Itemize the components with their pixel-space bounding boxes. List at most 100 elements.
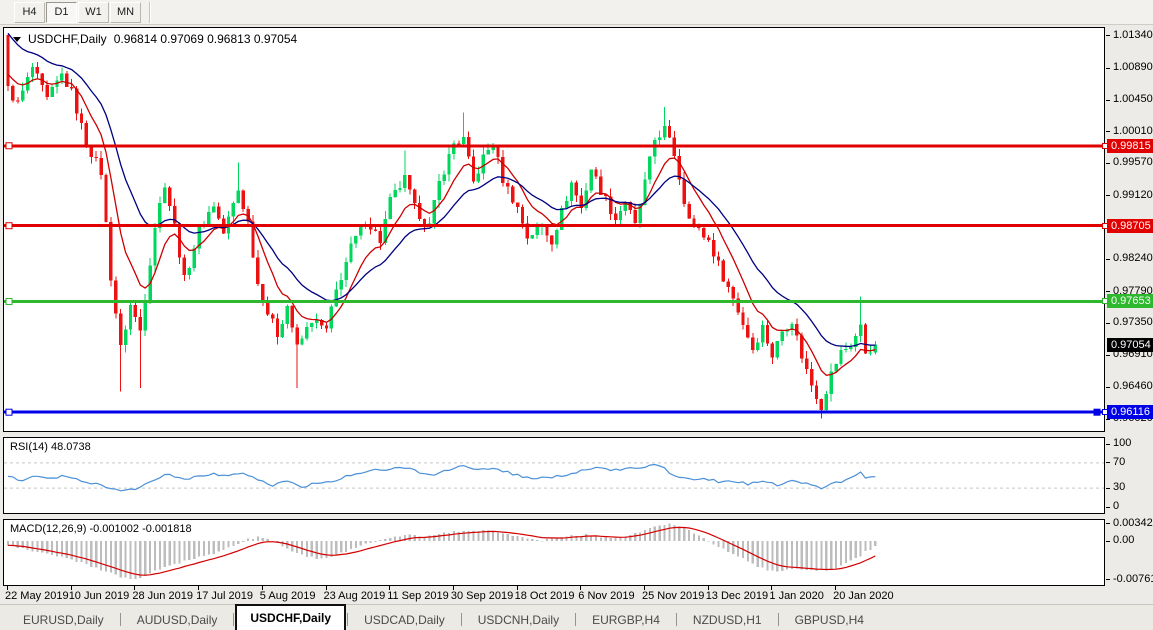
price-axis-tick [1106, 291, 1110, 292]
level-price-tag: 0.97653 [1107, 294, 1153, 308]
horizontal-level-0.99815[interactable] [4, 143, 1104, 149]
macd-axis-tick [1106, 579, 1110, 580]
level-axis-handle[interactable] [1102, 143, 1108, 149]
timeframe-button-h4[interactable]: H4 [14, 2, 45, 23]
price-axis-label: 1.00890 [1113, 61, 1153, 73]
price-axis-tick [1106, 387, 1110, 388]
time-axis[interactable]: 22 May 201910 Jun 201928 Jun 201917 Jul … [3, 587, 1105, 603]
chart-tab-usdchf-daily[interactable]: USDCHF,Daily [235, 604, 346, 630]
level-axis-handle[interactable] [1102, 223, 1108, 229]
price-chart-panel[interactable]: USDCHF,Daily 0.96814 0.97069 0.96813 0.9… [3, 27, 1105, 432]
toolbar-separator [149, 2, 151, 23]
price-axis-tick [1106, 163, 1110, 164]
macd-indicator-panel[interactable]: MACD(12,26,9) -0.001002 -0.001818 [3, 519, 1105, 586]
timeframe-toolbar: H4D1W1MN [0, 0, 1153, 25]
chart-tab-usdcad-daily[interactable]: USDCAD,Daily [349, 609, 460, 630]
chart-tab-eurgbp-h4[interactable]: EURGBP,H4 [577, 609, 675, 630]
macd-axis-label: 0.00 [1113, 534, 1134, 546]
rsi-axis-tick [1106, 462, 1110, 463]
time-axis-label: 11 Sep 2019 [387, 590, 449, 602]
price-axis-tick [1106, 259, 1110, 260]
price-chart-canvas[interactable] [4, 28, 1104, 431]
chart-tab-bar: EURUSD,DailyAUDUSD,DailyUSDCHF,DailyUSDC… [0, 604, 1153, 630]
price-axis-label: 1.00010 [1113, 125, 1153, 137]
level-handle-right[interactable] [1094, 409, 1100, 415]
rsi-title: RSI(14) 48.0738 [10, 441, 91, 453]
level-price-tag: 0.99815 [1107, 139, 1153, 153]
time-axis-label: 28 Jun 2019 [132, 590, 193, 602]
level-handle-left[interactable] [6, 409, 12, 415]
current-price-tag: 0.97054 [1107, 338, 1153, 352]
price-axis[interactable]: 1.01340 1.00890 1.00450 1.00010 0.99570 0.991… [1106, 28, 1153, 431]
rsi-axis-tick [1106, 507, 1110, 508]
horizontal-level-0.97653[interactable] [4, 298, 1104, 304]
price-axis-label: 0.96460 [1113, 380, 1153, 392]
time-axis-label: 1 Jan 2020 [769, 590, 823, 602]
rsi-line [8, 465, 875, 491]
timeframe-button-mn[interactable]: MN [110, 2, 141, 23]
price-axis-label: 1.00450 [1113, 93, 1153, 105]
macd-axis-label: -0.007615 [1113, 573, 1153, 585]
time-axis-label: 23 Aug 2019 [324, 590, 386, 602]
chart-title: USDCHF,Daily 0.96814 0.97069 0.96813 0.9… [13, 32, 297, 46]
time-axis-label: 17 Jul 2019 [196, 590, 253, 602]
level-handle-left[interactable] [6, 223, 12, 229]
time-axis-label: 30 Sep 2019 [451, 590, 513, 602]
chart-tab-usdcnh-daily[interactable]: USDCNH,Daily [463, 609, 574, 630]
price-axis-label: 0.99120 [1113, 189, 1153, 201]
price-axis-tick [1106, 100, 1110, 101]
price-axis-label: 0.99570 [1113, 156, 1153, 168]
ma-slow-line [8, 33, 875, 346]
chart-tab-audusd-daily[interactable]: AUDUSD,Daily [122, 609, 233, 630]
rsi-axis-label: 30 [1113, 481, 1125, 493]
level-price-tag: 0.96116 [1107, 405, 1153, 419]
price-axis-tick [1106, 195, 1110, 196]
price-axis-tick [1106, 35, 1110, 36]
time-axis-label: 18 Oct 2019 [515, 590, 575, 602]
horizontal-level-0.96116[interactable] [4, 409, 1104, 415]
chart-tab-eurusd-daily[interactable]: EURUSD,Daily [8, 609, 119, 630]
chart-ohlc-values: 0.96814 0.97069 0.96813 0.97054 [114, 32, 298, 46]
tab-separator [778, 613, 779, 626]
price-axis-tick [1106, 323, 1110, 324]
macd-axis-tick [1106, 541, 1110, 542]
time-axis-label: 25 Nov 2019 [642, 590, 704, 602]
price-axis-label: 0.97350 [1113, 316, 1153, 328]
rsi-axis-label: 70 [1113, 456, 1125, 468]
macd-title: MACD(12,26,9) -0.001002 -0.001818 [10, 523, 192, 535]
timeframe-button-d1[interactable]: D1 [46, 2, 77, 23]
macd-axis-tick [1106, 523, 1110, 524]
time-axis-label: 6 Nov 2019 [578, 590, 634, 602]
macd-axis-label: 0.003428 [1113, 517, 1153, 529]
time-axis-label: 20 Jan 2020 [833, 590, 894, 602]
time-axis-label: 13 Dec 2019 [706, 590, 768, 602]
tab-separator [120, 613, 121, 626]
timeframe-button-w1[interactable]: W1 [78, 2, 109, 23]
rsi-indicator-panel[interactable]: RSI(14) 48.0738 [3, 437, 1105, 514]
chart-tab-nzdusd-h1[interactable]: NZDUSD,H1 [678, 609, 777, 630]
price-axis-label: 1.01340 [1113, 29, 1153, 41]
price-axis-label: 0.98240 [1113, 252, 1153, 264]
rsi-axis: 100 70 30 0 [1106, 438, 1153, 513]
level-handle-left[interactable] [6, 143, 12, 149]
timeframe-button-group: H4D1W1MN [14, 2, 142, 23]
tab-separator [676, 613, 677, 626]
chart-tab-gbpusd-h4[interactable]: GBPUSD,H4 [780, 609, 879, 630]
rsi-axis-label: 100 [1113, 437, 1131, 449]
rsi-axis-label: 0 [1113, 500, 1119, 512]
time-axis-label: 5 Aug 2019 [260, 590, 316, 602]
level-handle-left[interactable] [6, 298, 12, 304]
tab-separator [233, 613, 234, 626]
rsi-axis-tick [1106, 444, 1110, 445]
rsi-axis-tick [1106, 488, 1110, 489]
time-axis-label: 10 Jun 2019 [69, 590, 130, 602]
level-axis-handle[interactable] [1102, 298, 1108, 304]
rsi-canvas[interactable] [4, 438, 1104, 513]
tab-separator [575, 613, 576, 626]
tab-separator [347, 613, 348, 626]
symbol-dropdown-icon[interactable] [13, 37, 21, 42]
time-axis-label: 22 May 2019 [5, 590, 69, 602]
level-price-tag: 0.98705 [1107, 219, 1153, 233]
macd-axis: 0.003428 0.00 -0.007615 [1106, 520, 1153, 585]
level-axis-handle[interactable] [1102, 409, 1108, 415]
